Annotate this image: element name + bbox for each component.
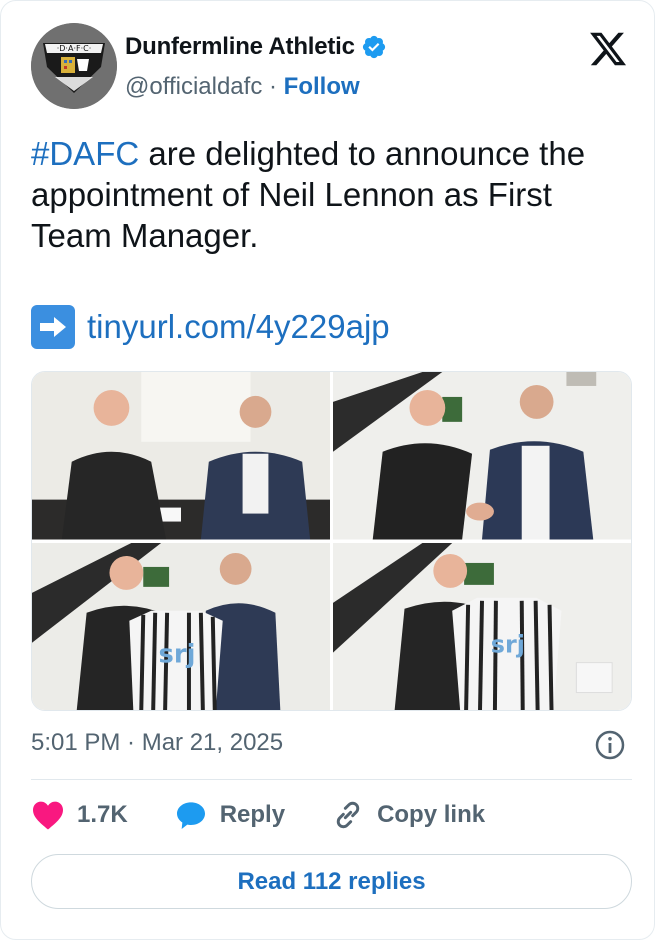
link-icon: [336, 801, 360, 829]
read-replies-button[interactable]: Read 112 replies: [31, 854, 632, 909]
shirt-presentation-photo-2[interactable]: srj: [333, 542, 631, 710]
copy-link-button[interactable]: Copy link: [331, 799, 485, 831]
tweet-link-row: tinyurl.com/4y229ajp: [31, 305, 390, 349]
heart-icon: [33, 801, 63, 830]
account-avatar[interactable]: ·D·A·F·C·: [31, 23, 117, 109]
account-handle-row: @officialdafc · Follow: [125, 73, 360, 101]
tweet-timestamp[interactable]: 5:01 PM · Mar 21, 2025: [31, 729, 283, 757]
action-bar: 1.7K Reply Copy link: [31, 793, 531, 837]
x-logo-icon[interactable]: [588, 29, 628, 69]
tweet-card: ·D·A·F·C· Dunfermline Athletic @official…: [0, 0, 655, 940]
copy-link-label: Copy link: [377, 801, 486, 828]
shirt-sponsor-text-2: srj: [491, 630, 525, 658]
handshake-photo[interactable]: [333, 372, 631, 540]
avatar-crest-text: ·D·A·F·C·: [57, 44, 92, 53]
account-name-row: Dunfermline Athletic: [125, 33, 387, 61]
info-icon[interactable]: [594, 729, 626, 761]
verified-badge-icon: [362, 35, 385, 59]
reply-bubble-icon: [176, 802, 205, 829]
tweet-url-link[interactable]: tinyurl.com/4y229ajp: [87, 308, 390, 346]
shirt-sponsor-text: srj: [159, 639, 196, 669]
follow-button[interactable]: Follow: [284, 73, 360, 100]
shirt-presentation-photo-1[interactable]: srj: [32, 542, 330, 710]
like-count: 1.7K: [77, 801, 128, 828]
handle-separator: ·: [269, 73, 277, 100]
divider: [31, 779, 632, 780]
reply-label: Reply: [219, 801, 286, 828]
reply-button[interactable]: Reply: [174, 799, 285, 831]
media-grid[interactable]: srj srj: [31, 371, 632, 711]
account-handle[interactable]: @officialdafc: [125, 73, 262, 100]
account-name[interactable]: Dunfermline Athletic: [125, 33, 355, 61]
tweet-text: #DAFC are delighted to announce the appo…: [31, 133, 641, 256]
signing-photo[interactable]: [32, 372, 330, 540]
like-button[interactable]: 1.7K: [31, 800, 128, 830]
right-arrow-emoji-icon: [31, 305, 75, 349]
hashtag-link[interactable]: #DAFC: [31, 135, 139, 172]
